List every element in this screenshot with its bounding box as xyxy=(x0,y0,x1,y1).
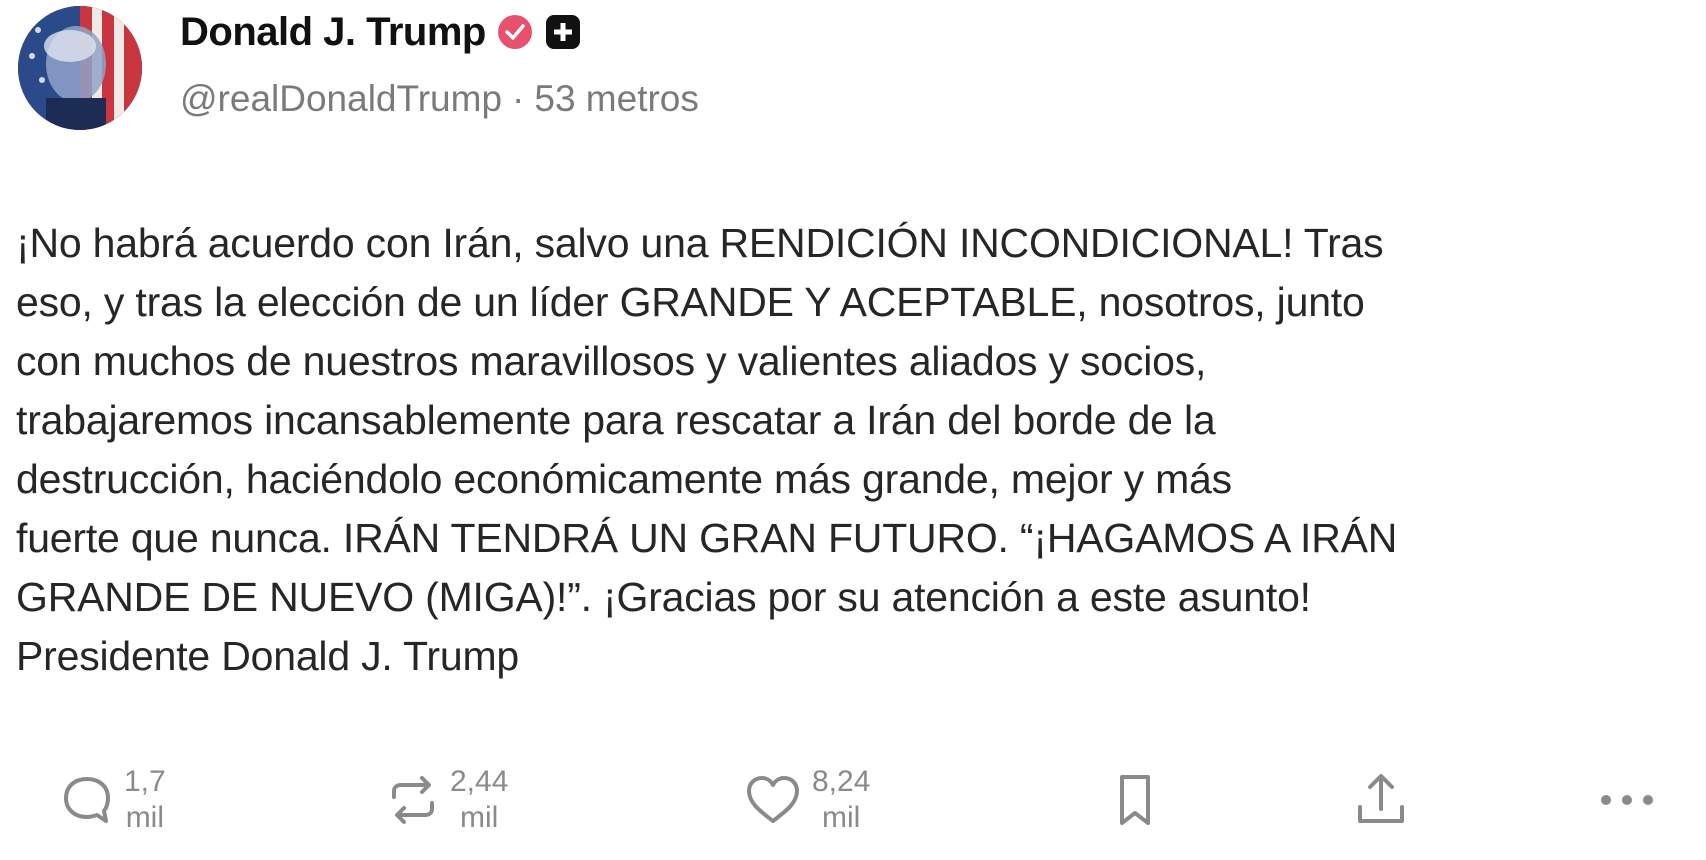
more-icon xyxy=(1601,795,1653,805)
reply-count-unit: mil xyxy=(125,801,165,834)
heart-icon xyxy=(747,776,799,823)
repost-icon xyxy=(392,776,434,824)
avatar-portrait xyxy=(18,6,142,130)
author-display-name[interactable]: Donald J. Trump xyxy=(180,10,486,55)
share-button[interactable] xyxy=(1352,760,1410,840)
like-count: 8,24 mil xyxy=(812,764,870,836)
repost-count: 2,44 mil xyxy=(450,764,508,836)
more-options-button[interactable] xyxy=(1596,760,1658,840)
reply-count-value: 1,7 xyxy=(124,765,166,798)
post-timestamp[interactable]: 53 metros xyxy=(534,78,699,120)
bookmark-button[interactable] xyxy=(1112,760,1158,840)
post-card: Donald J. Trump @realDonaldTrump · 53 me… xyxy=(0,0,1706,860)
plus-badge-icon xyxy=(544,13,582,51)
share-icon xyxy=(1358,774,1404,823)
reply-icon xyxy=(64,777,110,823)
like-count-value: 8,24 xyxy=(812,765,871,798)
meta-separator: · xyxy=(512,78,525,119)
reply-count: 1,7 mil xyxy=(124,764,166,836)
repost-button[interactable]: 2,44 mil xyxy=(384,760,508,840)
verified-badge-icon xyxy=(496,13,534,51)
post-text: ¡No habrá acuerdo con Irán, salvo una RE… xyxy=(16,220,1398,679)
like-count-unit: mil xyxy=(822,801,861,834)
repost-count-unit: mil xyxy=(460,801,499,834)
author-name-row: Donald J. Trump xyxy=(180,4,582,60)
reply-button[interactable]: 1,7 mil xyxy=(58,760,166,840)
author-meta: @realDonaldTrump · 53 metros xyxy=(180,78,699,120)
repost-count-value: 2,44 xyxy=(450,765,509,798)
author-handle[interactable]: @realDonaldTrump xyxy=(180,78,502,120)
like-button[interactable]: 8,24 mil xyxy=(742,760,870,840)
avatar[interactable] xyxy=(18,6,142,130)
bookmark-icon xyxy=(1120,775,1150,825)
